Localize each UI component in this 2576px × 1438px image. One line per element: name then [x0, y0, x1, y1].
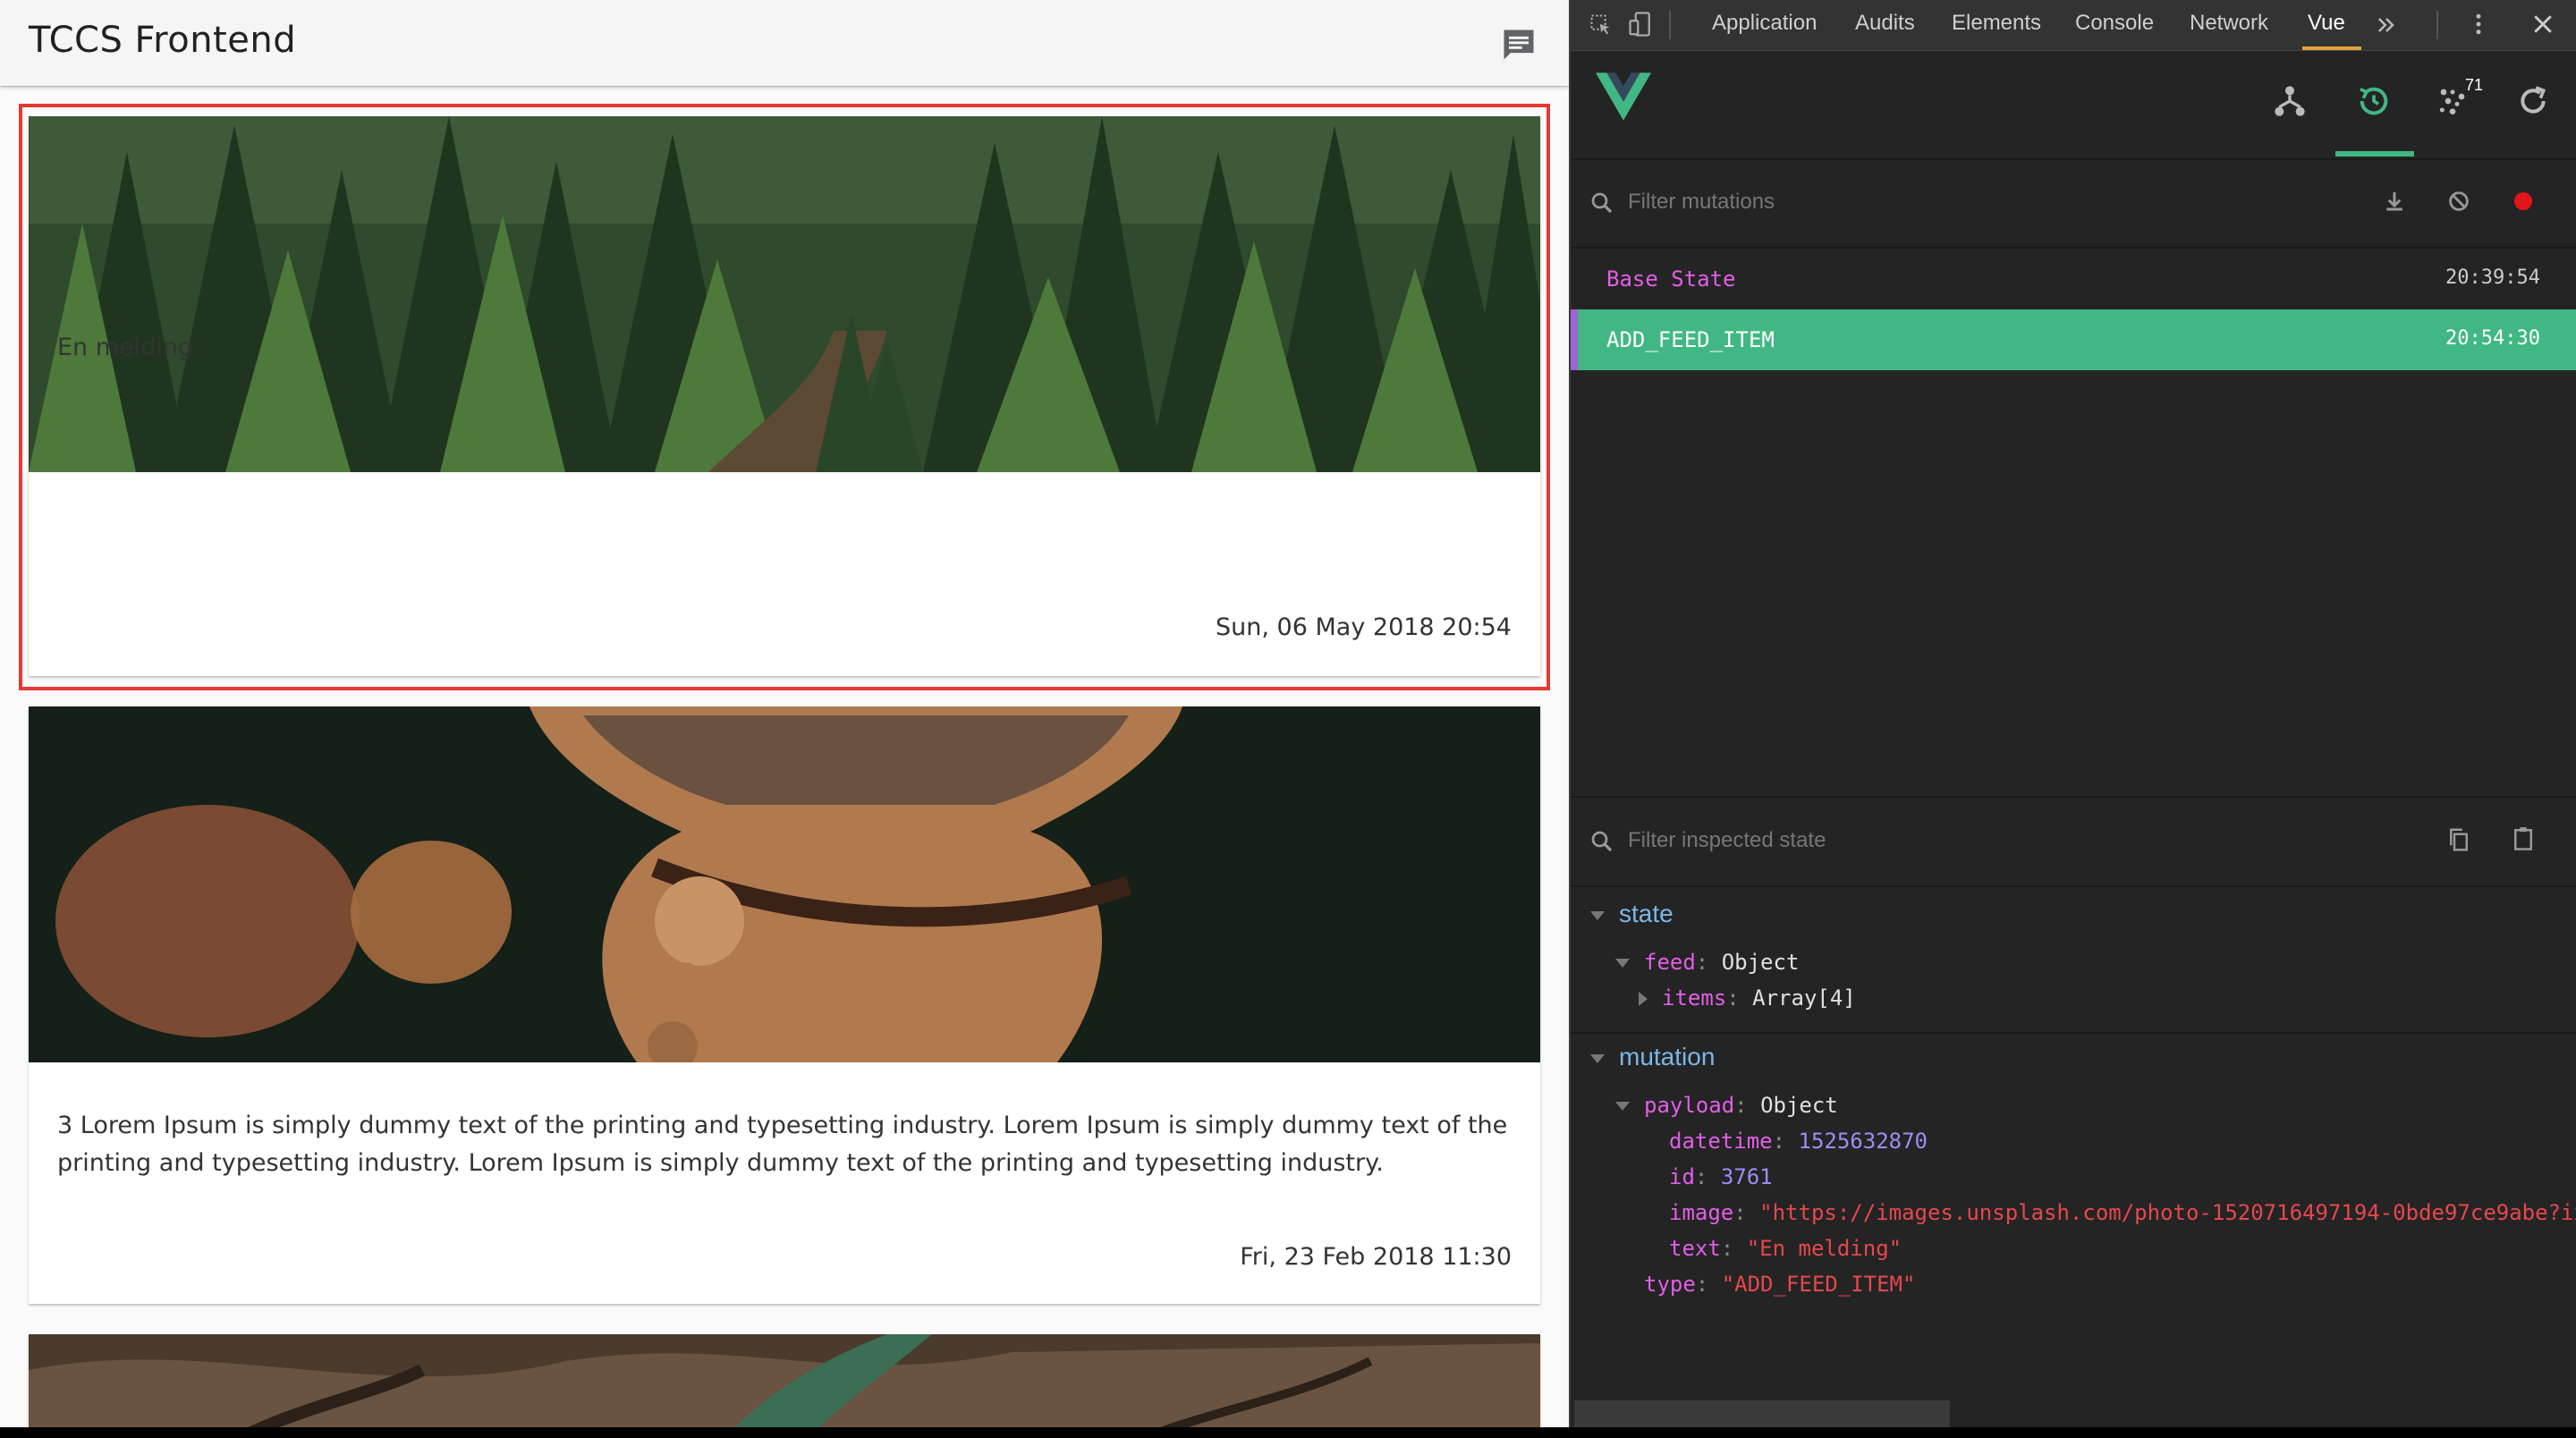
toolbar-divider: [1669, 11, 1671, 39]
mutation-section-header[interactable]: mutation: [1590, 1043, 1715, 1071]
mutation-payload-row[interactable]: payload: Object: [1615, 1093, 1838, 1118]
export-download-icon[interactable]: [2381, 188, 2408, 215]
active-tab-indicator: [2302, 47, 2361, 50]
caret-down-icon[interactable]: [1615, 1102, 1630, 1111]
state-filter-bar: [1571, 798, 2576, 887]
caret-down-icon[interactable]: [1590, 1053, 1605, 1063]
devtools-panel: Application Audits Elements Console Netw…: [1569, 0, 2576, 1427]
card-text: En melding: [57, 334, 194, 361]
mutation-filter-bar: [1571, 159, 2576, 249]
tab-vue[interactable]: Vue: [2308, 11, 2345, 36]
components-tree-icon[interactable]: [2272, 83, 2308, 119]
mutation-filter-input[interactable]: [1626, 189, 2166, 216]
card-text: 3 Lorem Ipsum is simply dummy text of th…: [57, 1112, 1508, 1177]
mutation-row-selected[interactable]: ADD_FEED_ITEM 20:54:30: [1571, 309, 2576, 370]
refresh-icon[interactable]: [2515, 83, 2551, 119]
app-toolbar: TCCS Frontend: [0, 0, 1569, 86]
clear-icon[interactable]: [2445, 188, 2472, 215]
mutation-time: 20:54:30: [2445, 327, 2540, 350]
card-image-coffee: [29, 706, 1540, 1062]
vue-logo-icon: [1596, 72, 1651, 121]
mutation-name: Base State: [1606, 266, 1736, 292]
state-inspector: state feed: Object items: Array[4] mutat…: [1571, 796, 2576, 1427]
tab-audits[interactable]: Audits: [1855, 11, 1915, 36]
devtools-tabbar: Application Audits Elements Console Netw…: [1571, 0, 2576, 51]
mutation-time: 20:39:54: [2445, 266, 2540, 289]
app-title: TCCS Frontend: [29, 20, 297, 61]
more-tabs-icon[interactable]: [2374, 13, 2399, 38]
state-items-row[interactable]: items: Array[4]: [1639, 985, 1856, 1011]
inspect-element-icon[interactable]: [1589, 13, 1614, 38]
caret-down-icon[interactable]: [1615, 959, 1630, 968]
tab-console[interactable]: Console: [2075, 11, 2154, 36]
kebab-menu-icon[interactable]: [2465, 11, 2492, 38]
toolbar-divider: [2436, 11, 2438, 39]
chat-icon[interactable]: [1499, 25, 1538, 64]
copy-icon[interactable]: [2445, 826, 2472, 853]
mutation-name: ADD_FEED_ITEM: [1606, 327, 1775, 352]
card-date: Sun, 06 May 2018 20:54: [1216, 613, 1512, 641]
payload-image-row: image: "https://images.unsplash.com/phot…: [1669, 1200, 2576, 1225]
section-divider: [1571, 1032, 2576, 1034]
mutation-row[interactable]: Base State 20:39:54: [1571, 249, 2576, 309]
tab-application[interactable]: Application: [1712, 11, 1817, 36]
app-window: TCCS Frontend En melding Sun, 06 May 201…: [0, 0, 1569, 1427]
caret-down-icon[interactable]: [1590, 910, 1605, 920]
active-view-indicator: [2335, 151, 2414, 156]
payload-text-row: text: "En melding": [1669, 1236, 1902, 1261]
search-icon: [1591, 192, 1613, 214]
events-count-badge: 71: [2465, 76, 2484, 94]
state-feed-row[interactable]: feed: Object: [1615, 950, 1799, 975]
state-filter-input[interactable]: [1626, 827, 2166, 854]
tab-network[interactable]: Network: [2190, 11, 2268, 36]
record-icon[interactable]: [2510, 188, 2537, 215]
feed-card[interactable]: En melding Sun, 06 May 2018 20:54: [29, 116, 1540, 676]
card-image-forest: [29, 116, 1540, 472]
card-date: Fri, 23 Feb 2018 11:30: [1240, 1243, 1512, 1271]
feed-card[interactable]: 3 Lorem Ipsum is simply dummy text of th…: [29, 706, 1540, 1304]
vue-devtools-header: 71: [1571, 51, 2576, 160]
payload-datetime-row: datetime: 1525632870: [1669, 1129, 1928, 1154]
horizontal-scrollbar[interactable]: [1574, 1400, 1950, 1427]
vuex-history-icon[interactable]: [2356, 83, 2392, 119]
mutation-type-row: type: "ADD_FEED_ITEM": [1644, 1272, 1916, 1297]
caret-right-icon[interactable]: [1639, 992, 1648, 1006]
paste-icon[interactable]: [2510, 825, 2537, 851]
state-section-header[interactable]: state: [1590, 900, 1674, 928]
device-toggle-icon[interactable]: [1628, 11, 1655, 38]
tab-elements[interactable]: Elements: [1952, 11, 2041, 36]
feed-card[interactable]: [29, 1334, 1540, 1427]
card-image-aerial: [29, 1334, 1540, 1427]
close-icon[interactable]: [2529, 11, 2556, 38]
search-icon: [1591, 831, 1613, 852]
payload-id-row: id: 3761: [1669, 1164, 1773, 1189]
